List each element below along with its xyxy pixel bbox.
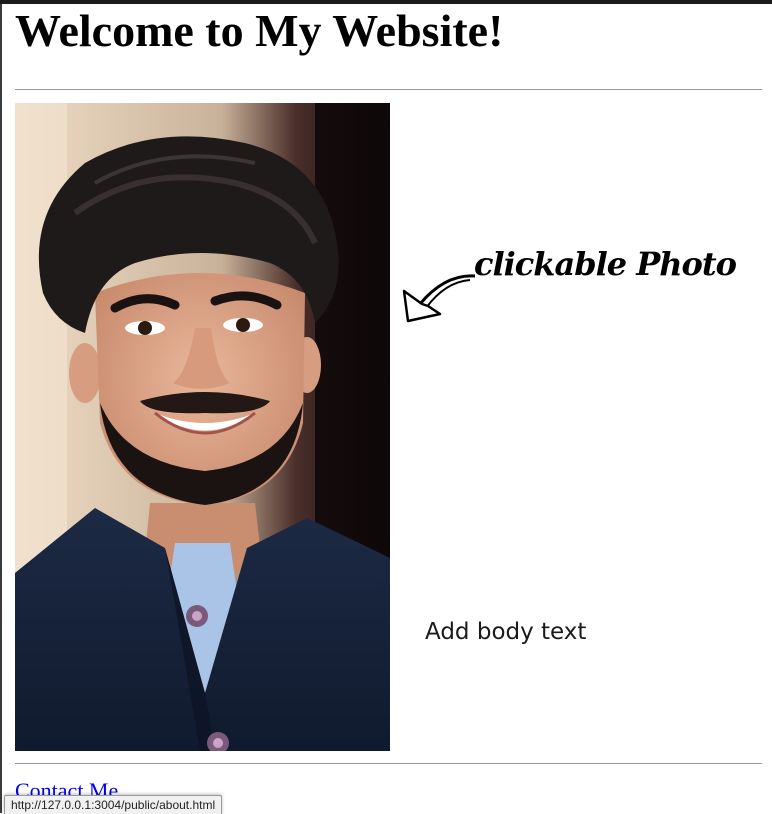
divider-bottom [15,763,762,764]
page-title: Welcome to My Website! [15,5,504,56]
body-text: Add body text [425,619,587,645]
profile-photo-link[interactable] [15,103,390,751]
browser-frame-left [0,4,2,813]
divider-top [15,89,762,90]
profile-photo [15,103,390,751]
curved-arrow-icon [402,274,476,323]
clickable-photo-annotation: clickable Photo [474,245,737,283]
status-bar-url: http://127.0.0.1:3004/public/about.html [4,795,223,814]
